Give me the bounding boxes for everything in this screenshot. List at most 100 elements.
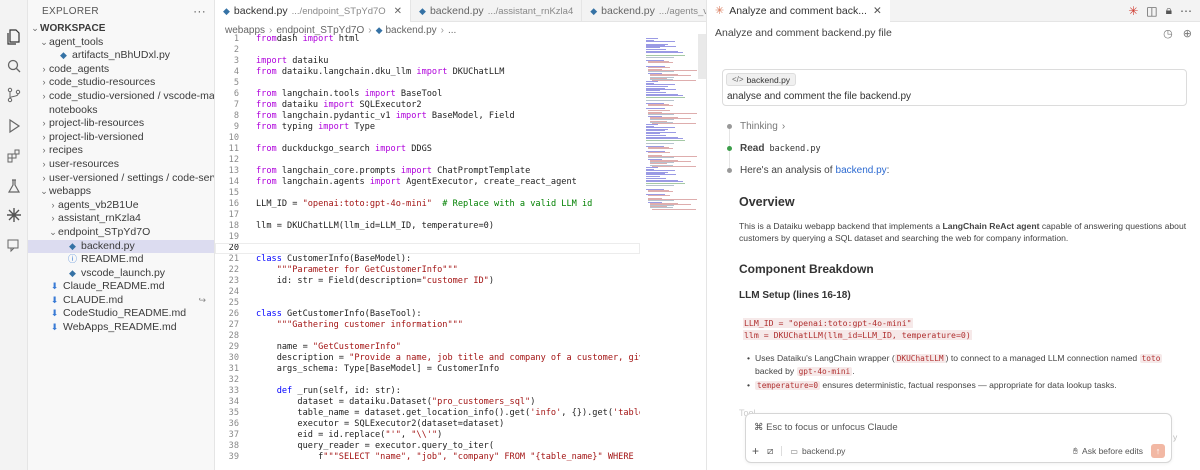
explorer-more-icon[interactable]: ···: [193, 4, 206, 18]
claude-chat-tab[interactable]: ✳ Analyze and comment back... ✕: [707, 0, 890, 22]
code-text: id: str = Field(description="customer ID…: [239, 276, 494, 287]
minimap-line: [648, 195, 670, 197]
slash-command-icon[interactable]: ⧄: [767, 446, 773, 457]
tree-item[interactable]: › user-versioned / settings / code-server: [28, 172, 215, 186]
code-token: name =: [256, 342, 313, 352]
tree-item[interactable]: › recipes: [28, 144, 214, 158]
code-line: 2: [215, 45, 640, 56]
code-line: 34 dataset = dataiku.Dataset("pro_custom…: [215, 397, 640, 408]
code-token: import: [318, 122, 350, 132]
python-file-icon: ◆: [60, 50, 67, 61]
read-step[interactable]: Read backend.py: [727, 143, 821, 154]
minimap[interactable]: [640, 34, 698, 210]
permission-mode-button[interactable]: ✋︎ Ask before edits: [1073, 446, 1143, 457]
tree-item[interactable]: notebooks: [28, 104, 214, 118]
send-button[interactable]: ↑: [1151, 444, 1165, 458]
tree-item[interactable]: ⬇ Claude_README.md: [28, 280, 214, 294]
tree-item[interactable]: ⌄ endpoint_STpYd7O: [28, 226, 214, 240]
code-token: _run(self, id: str):: [292, 386, 401, 396]
minimap-line: [648, 66, 670, 68]
tree-item[interactable]: ◆ vscode_launch.py: [28, 267, 214, 281]
history-icon[interactable]: ◷: [1163, 27, 1173, 40]
code-token: class: [256, 254, 282, 264]
tree-item[interactable]: › code_agents: [28, 63, 214, 77]
context-file-chip[interactable]: ▭ backend.py: [781, 446, 845, 456]
minimap-line: [646, 127, 675, 129]
thinking-label: Thinking: [740, 121, 778, 132]
line-number: 29: [228, 342, 239, 352]
minimap-line: [646, 46, 660, 48]
tree-item[interactable]: › project-lib-versioned: [28, 131, 214, 145]
tree-item-label: Claude_README.md: [63, 280, 165, 293]
code-line: 10: [215, 133, 640, 144]
source-control-icon[interactable]: [5, 86, 23, 104]
tree-item[interactable]: ⬇ CLAUDE.md ↪: [28, 294, 214, 308]
tree-item[interactable]: › assistant_rnKzla4: [28, 212, 214, 226]
chevron-right-icon: ›: [42, 145, 46, 156]
run-debug-icon[interactable]: [5, 117, 23, 135]
code-file-icon: </>: [732, 75, 744, 84]
minimap-line: [648, 113, 674, 115]
tree-item[interactable]: ›code_studio-versioned / vscode-machine-…: [28, 90, 215, 104]
add-context-icon[interactable]: +: [752, 444, 759, 458]
prompt-composer[interactable]: ⌘ Esc to focus or unfocus Claude + ⧄ ▭ b…: [745, 413, 1172, 463]
minimap-line: [652, 122, 697, 124]
tree-item[interactable]: ⬇ CodeStudio_README.md: [28, 307, 214, 321]
chevron-right-icon: ›: [42, 131, 46, 142]
new-chat-icon[interactable]: ⊕: [1183, 27, 1192, 40]
more-actions-icon[interactable]: ⋯: [1180, 4, 1192, 18]
line-number: 27: [228, 320, 239, 330]
tab-path: .../assistant_rnKzla4: [487, 5, 574, 17]
close-icon[interactable]: ✕: [873, 5, 882, 17]
claude-burst-icon[interactable]: ✳: [1128, 4, 1138, 18]
claude-burst-icon[interactable]: [5, 206, 23, 224]
editor-scrollbar[interactable]: [698, 34, 706, 79]
tree-item[interactable]: ⌄ agent_tools: [28, 36, 214, 50]
line-number: 30: [228, 353, 239, 363]
chat-icon[interactable]: [5, 236, 23, 254]
line-number: 28: [228, 331, 239, 341]
minimap-line: [652, 208, 697, 210]
extensions-icon[interactable]: [5, 147, 23, 165]
workspace-header[interactable]: ⌄ WORKSPACE: [28, 22, 214, 36]
search-icon[interactable]: [5, 57, 23, 75]
code-token: langchain_core.prompts: [276, 166, 401, 176]
code-text: class GetCustomerInfo(BaseTool):: [239, 309, 422, 320]
code-token: from: [256, 34, 277, 44]
faded-text: y: [1173, 432, 1178, 442]
tab-backend-endpoint[interactable]: ◆ backend.py .../endpoint_STpYd7O ✕: [215, 0, 412, 22]
tree-item[interactable]: ⓘ README.md: [28, 253, 214, 267]
split-editor-icon[interactable]: ◫: [1146, 4, 1157, 18]
code-view[interactable]: 1 fromdash import html 2 3 import dataiku 4 fr…: [215, 34, 640, 470]
explorer-icon[interactable]: [5, 28, 23, 46]
line-number: 26: [228, 309, 239, 319]
tree-item[interactable]: ◆ artifacts_nBhUDxl.py: [28, 49, 214, 63]
file-link[interactable]: backend.py: [836, 165, 887, 176]
thinking-step[interactable]: Thinking ›: [727, 121, 785, 132]
line-number: 19: [228, 232, 239, 242]
minimap-line: [652, 79, 697, 81]
llm-setup-heading: LLM Setup (lines 16-18): [739, 290, 851, 301]
tab-backend-assistant[interactable]: ◆ backend.py .../assistant_rnKzla4: [411, 0, 583, 22]
bullet-text: Uses Dataiku's LangChain wrapper (: [755, 353, 895, 363]
tree-item[interactable]: ⌄ webapps: [28, 185, 214, 199]
code-token: 'table': [613, 408, 640, 418]
tree-item[interactable]: ⬇ WebApps_README.md: [28, 321, 214, 335]
code-token: # Replace with a valid LLM id: [442, 199, 593, 209]
user-message: </> backend.py analyse and comment the f…: [722, 69, 1187, 106]
tree-item[interactable]: ◆ backend.py: [28, 239, 214, 254]
inline-code: toto: [1139, 354, 1163, 363]
code-token: from: [256, 67, 277, 77]
testing-icon[interactable]: [5, 177, 23, 195]
markdown-file-icon: ⬇: [50, 294, 59, 305]
tab-backend-agents[interactable]: ◆ backend.py .../agents_vb2B1Ue: [582, 0, 706, 22]
prompt-input[interactable]: ⌘ Esc to focus or unfocus Claude: [754, 422, 898, 433]
tree-item[interactable]: › code_studio-resources: [28, 76, 214, 90]
line-number: 5: [233, 78, 239, 88]
lock-icon[interactable]: 🔒︎: [1166, 3, 1172, 18]
tree-item[interactable]: › agents_vb2B1Ue: [28, 199, 214, 213]
tree-item[interactable]: › user-resources: [28, 158, 214, 172]
tree-item[interactable]: › project-lib-resources: [28, 117, 214, 131]
close-icon[interactable]: ✕: [394, 6, 402, 17]
file-attachment-chip[interactable]: </> backend.py: [726, 73, 797, 86]
